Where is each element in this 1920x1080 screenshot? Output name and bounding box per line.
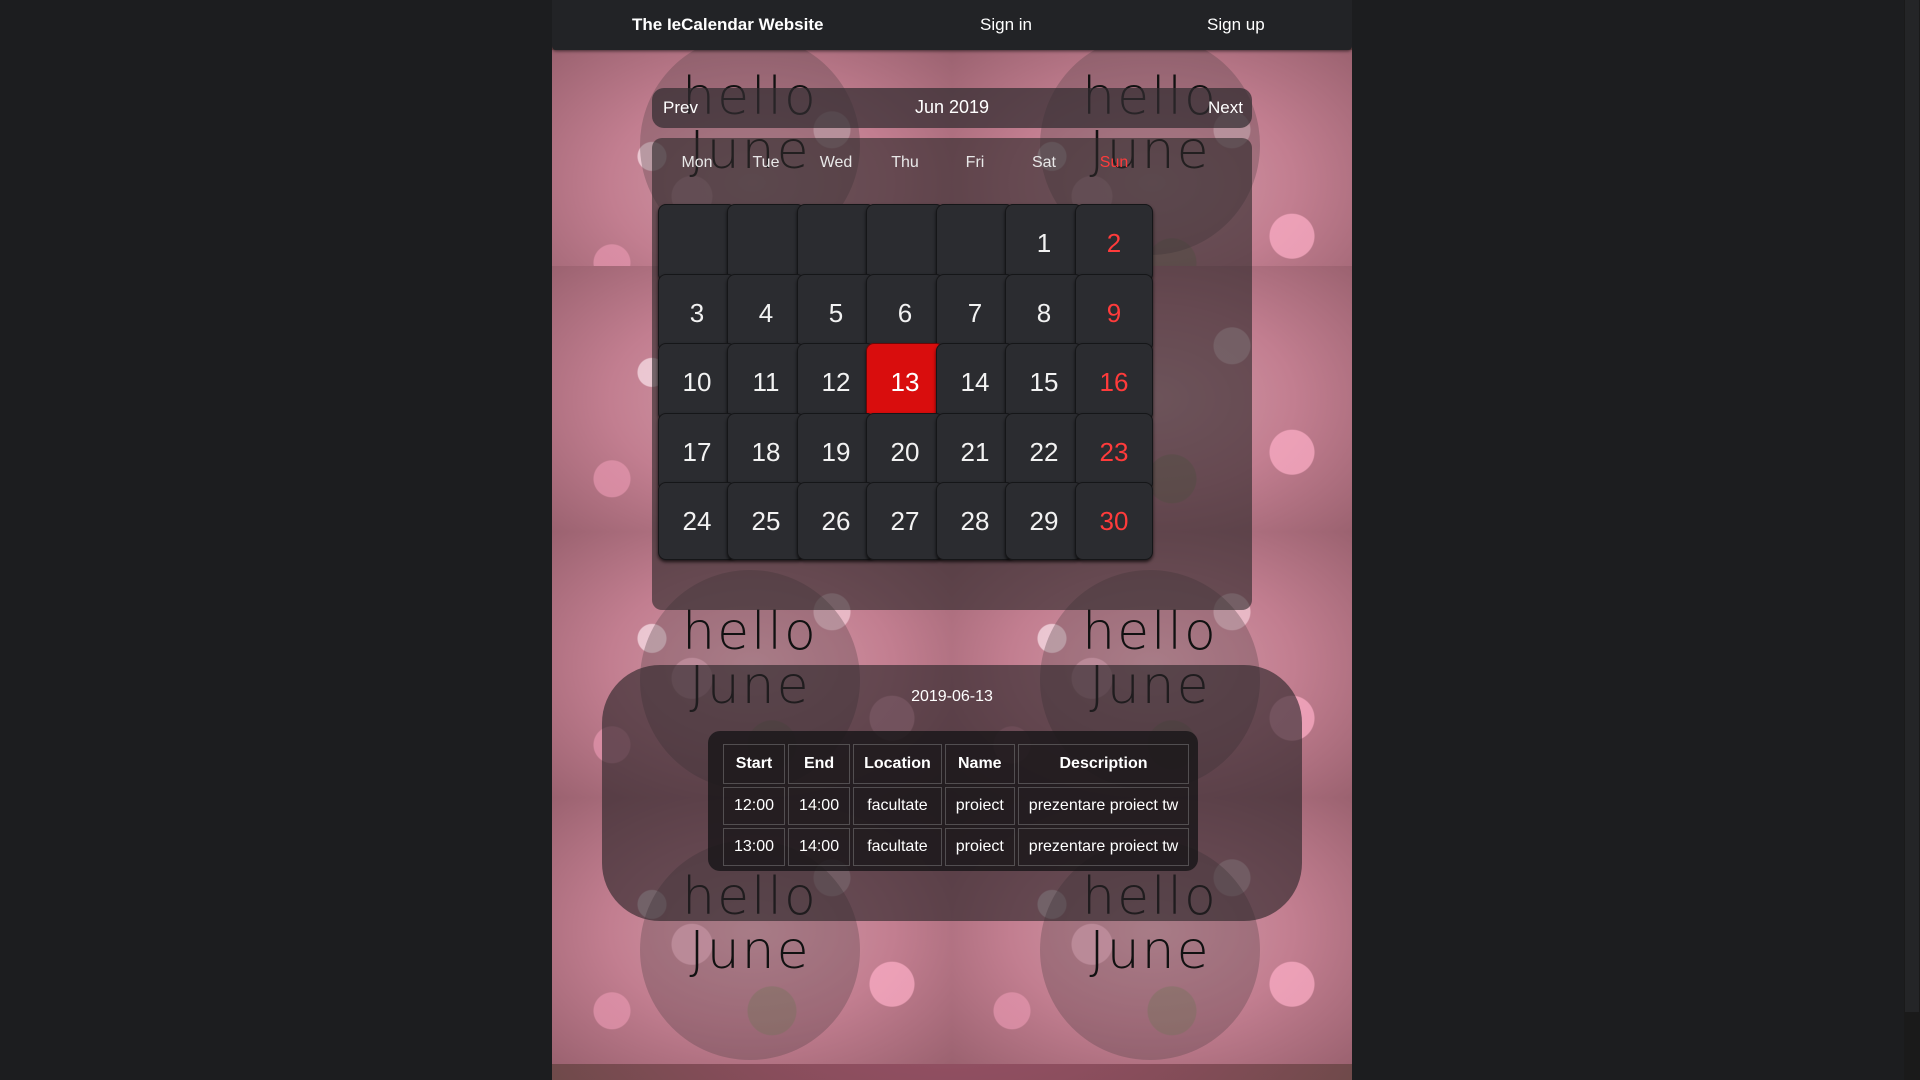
column-header-name: Name <box>944 744 1015 784</box>
calendar-day-27[interactable]: 27 <box>866 482 944 560</box>
calendar-day-9[interactable]: 9 <box>1075 274 1153 352</box>
calendar-day-11[interactable]: 11 <box>727 343 805 421</box>
column-header-description: Description <box>1017 744 1190 784</box>
calendar-day-20[interactable]: 20 <box>866 413 944 491</box>
weekday-label-mon: Mon <box>681 154 713 171</box>
calendar-day-empty <box>866 204 944 282</box>
calendar-day-24[interactable]: 24 <box>658 482 736 560</box>
page-background: helloJune helloJune helloJune helloJune … <box>552 0 1352 1080</box>
calendar-day-13[interactable]: 13 <box>866 343 944 421</box>
weekday-label-wed: Wed <box>819 154 853 171</box>
calendar-day-3[interactable]: 3 <box>658 274 736 352</box>
next-month-button[interactable]: Next <box>1208 98 1243 118</box>
column-header-location: Location <box>853 744 942 784</box>
weekday-label-sat: Sat <box>1031 154 1056 171</box>
calendar-day-empty <box>727 204 805 282</box>
weekday-label-thu: Thu <box>891 154 919 171</box>
events-header-row: Start End Location Name Description <box>723 744 1190 784</box>
calendar-day-empty <box>936 204 1014 282</box>
month-navigation-bar: Prev Jun 2019 Next <box>652 88 1252 128</box>
events-panel: 2019-06-13 Start End Location Name Descripti… <box>602 665 1302 921</box>
event-cell-location: facultate <box>853 787 942 825</box>
event-cell-name: proiect <box>944 787 1015 825</box>
calendar-day-18[interactable]: 18 <box>727 413 805 491</box>
calendar-day-10[interactable]: 10 <box>658 343 736 421</box>
calendar-day-19[interactable]: 19 <box>797 413 875 491</box>
column-header-start: Start <box>723 744 786 784</box>
event-cell-start: 12:00 <box>723 787 786 825</box>
calendar-day-26[interactable]: 26 <box>797 482 875 560</box>
calendar-day-5[interactable]: 5 <box>797 274 875 352</box>
calendar-day-28[interactable]: 28 <box>936 482 1014 560</box>
calendar-day-17[interactable]: 17 <box>658 413 736 491</box>
calendar-day-16[interactable]: 16 <box>1075 343 1153 421</box>
sign-up-link[interactable]: Sign up <box>1207 15 1265 35</box>
calendar-day-30[interactable]: 30 <box>1075 482 1153 560</box>
navbar: The IeCalendar Website Sign in Sign up <box>552 0 1352 50</box>
sign-in-link[interactable]: Sign in <box>980 15 1032 35</box>
event-cell-description: prezentare proiect tw <box>1017 787 1190 825</box>
calendar-day-empty <box>658 204 736 282</box>
calendar-day-12[interactable]: 12 <box>797 343 875 421</box>
events-table: Start End Location Name Description 12:00 14:… <box>720 741 1192 869</box>
calendar-day-22[interactable]: 22 <box>1005 413 1083 491</box>
column-header-end: End <box>788 744 851 784</box>
site-brand-link[interactable]: The IeCalendar Website <box>632 15 823 35</box>
calendar-day-21[interactable]: 21 <box>936 413 1014 491</box>
calendar-day-8[interactable]: 8 <box>1005 274 1083 352</box>
calendar-day-14[interactable]: 14 <box>936 343 1014 421</box>
event-cell-description: prezentare proiect tw <box>1017 828 1190 866</box>
calendar-day-23[interactable]: 23 <box>1075 413 1153 491</box>
calendar-day-15[interactable]: 15 <box>1005 343 1083 421</box>
events-table-container: Start End Location Name Description 12:00 14:… <box>708 731 1198 871</box>
calendar-day-1[interactable]: 1 <box>1005 204 1083 282</box>
event-row[interactable]: 12:00 14:00 facultate proiect prezentare pro… <box>723 787 1190 825</box>
event-cell-name: proiect <box>944 828 1015 866</box>
calendar-day-4[interactable]: 4 <box>727 274 805 352</box>
weekday-label-sun: Sun <box>1099 154 1129 171</box>
event-cell-end: 14:00 <box>788 828 851 866</box>
calendar-day-25[interactable]: 25 <box>727 482 805 560</box>
selected-date-label: 2019-06-13 <box>911 688 993 705</box>
calendar-day-7[interactable]: 7 <box>936 274 1014 352</box>
weekday-label-fri: Fri <box>965 154 985 171</box>
event-cell-location: facultate <box>853 828 942 866</box>
month-title: Jun 2019 <box>914 97 990 117</box>
event-cell-start: 13:00 <box>723 828 786 866</box>
weekday-label-tue: Tue <box>752 154 780 171</box>
calendar-day-2[interactable]: 2 <box>1075 204 1153 282</box>
calendar-day-29[interactable]: 29 <box>1005 482 1083 560</box>
calendar-grid: Mon Tue Wed Thu Fri Sat Sun 1 2 3 4 5 6 7 8 9 10 11 12 13 1… <box>652 138 1252 610</box>
calendar-day-6[interactable]: 6 <box>866 274 944 352</box>
event-cell-end: 14:00 <box>788 787 851 825</box>
event-row[interactable]: 13:00 14:00 facultate proiect prezentare pro… <box>723 828 1190 866</box>
calendar-day-empty <box>797 204 875 282</box>
scrollbar-thumb[interactable] <box>1905 0 1919 1012</box>
